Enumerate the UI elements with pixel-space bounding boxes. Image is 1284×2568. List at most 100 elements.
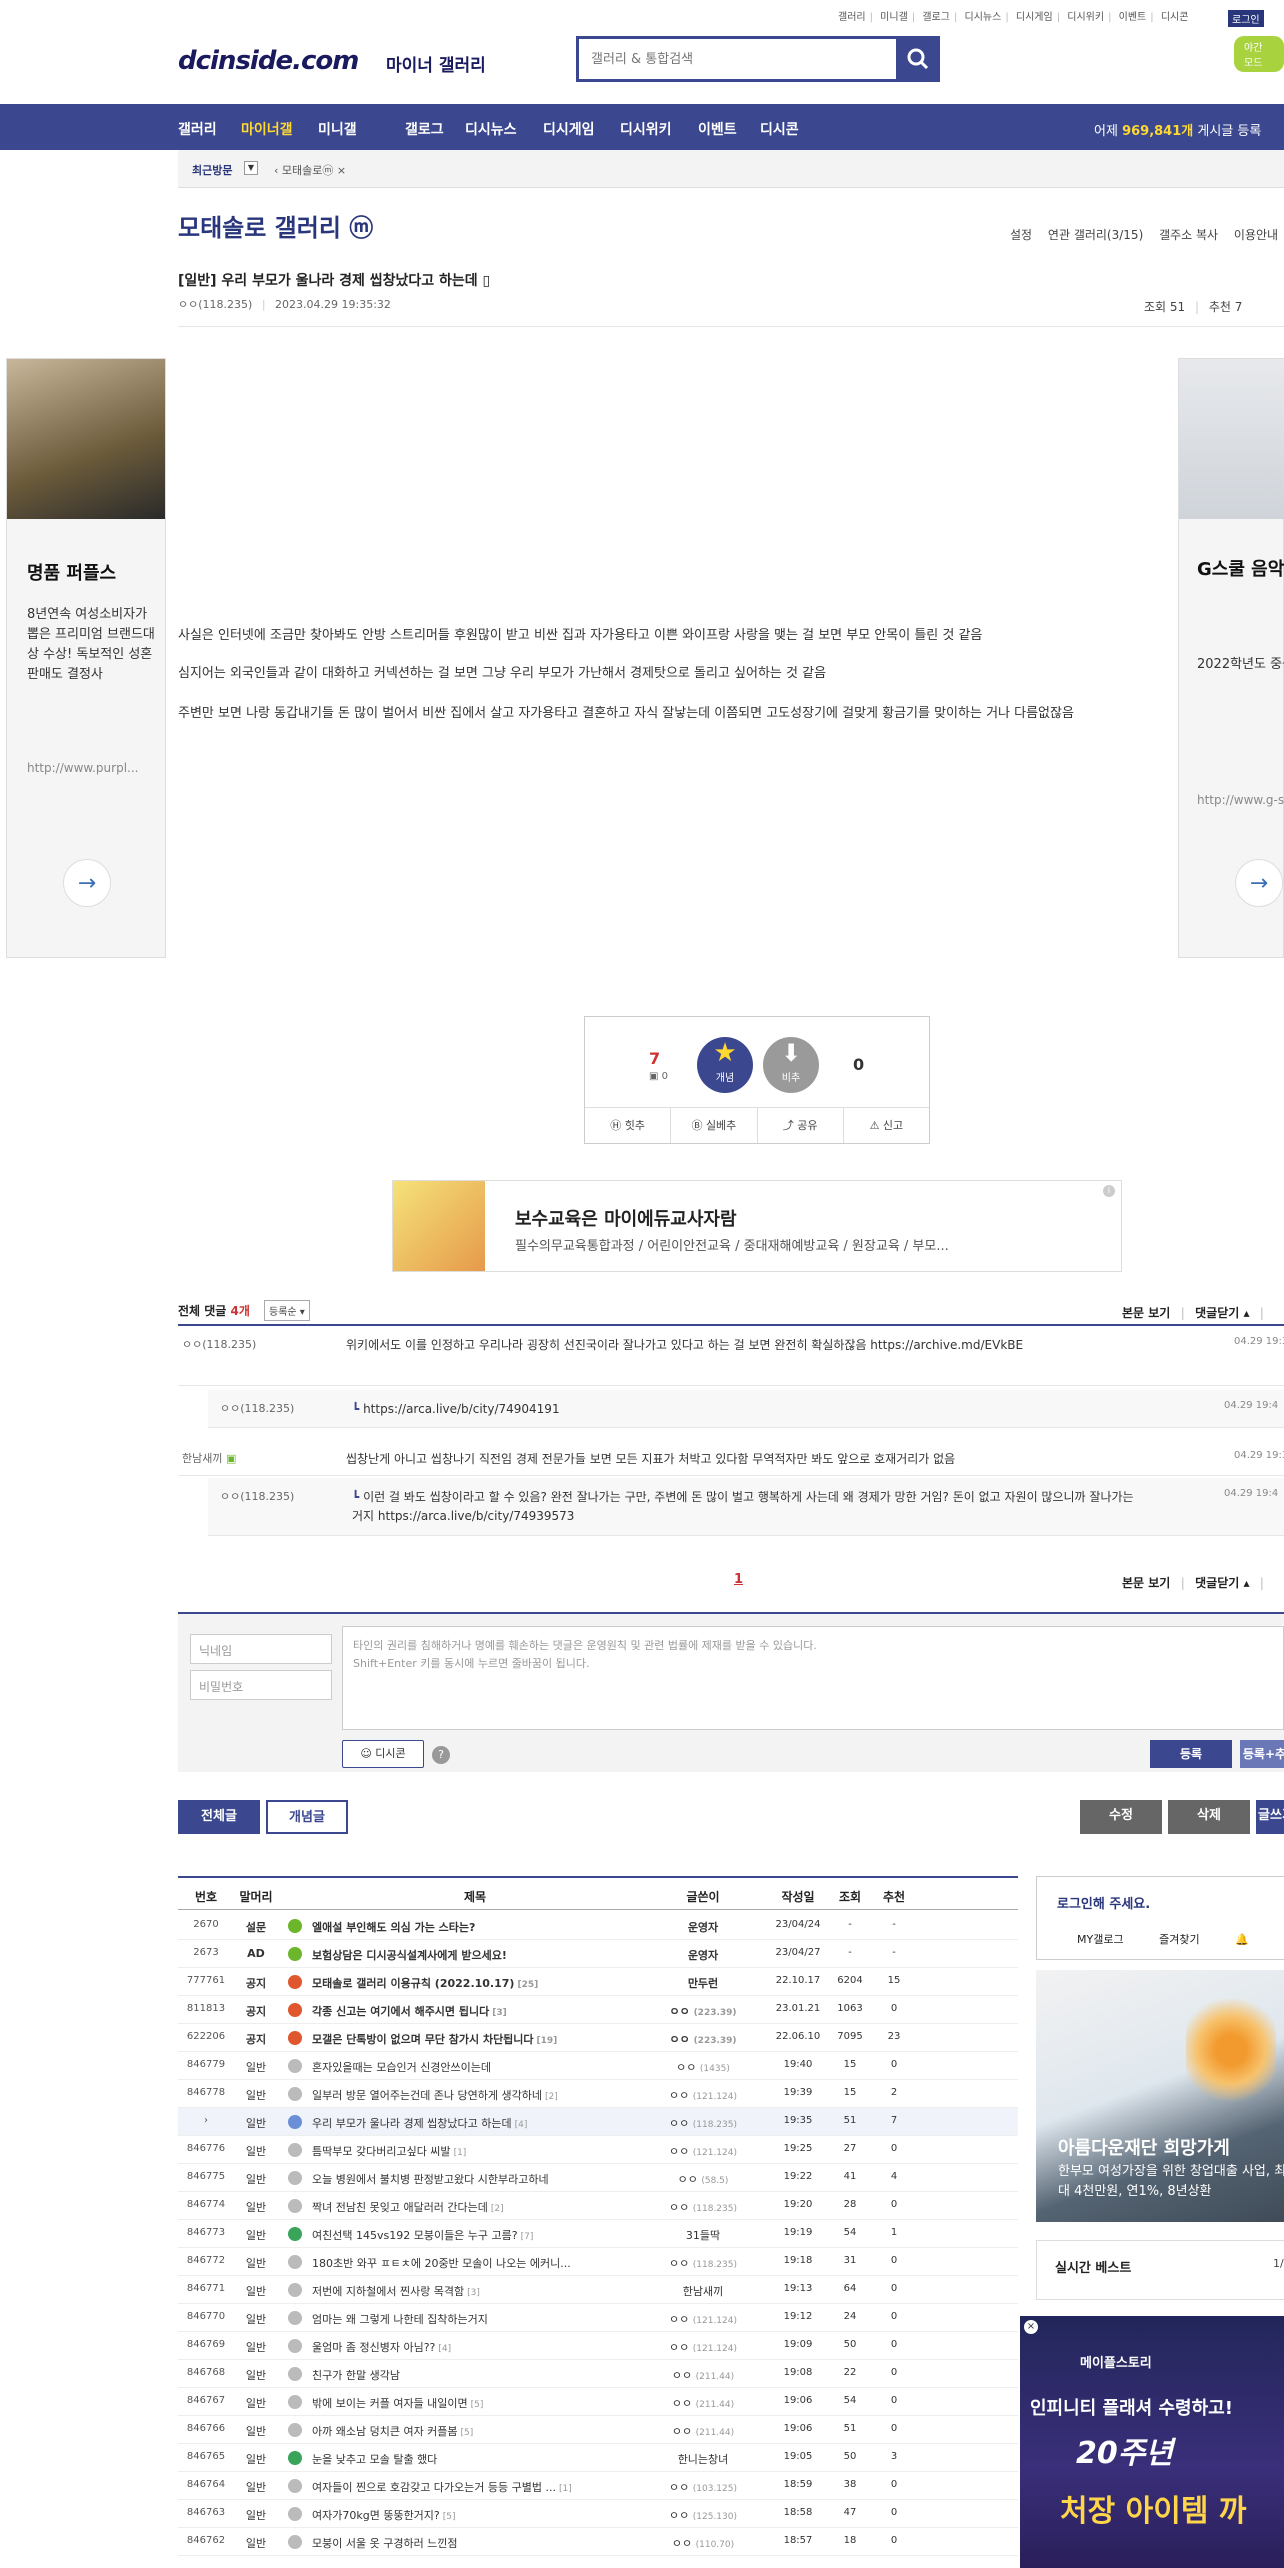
table-row[interactable]: 2670 설문 엘애설 부인해도 의심 가는 스타는? 운영자 23/04/24 - - <box>178 1912 1018 1940</box>
post-author[interactable]: ㅇㅇ(118.235) <box>178 298 252 311</box>
post-writer[interactable]: ㅇㅇ (121.124) <box>638 2087 768 2103</box>
search-button[interactable] <box>896 36 940 82</box>
upvote-button[interactable]: ★ 개념 <box>697 1037 753 1093</box>
nickname-field[interactable]: 닉네임 <box>190 1634 332 1664</box>
all-posts-button[interactable]: 전체글 <box>178 1800 260 1834</box>
nav-gallery[interactable]: 갤러리 <box>178 119 217 139</box>
post-writer[interactable]: ㅇㅇ (223.39) <box>638 2031 768 2047</box>
table-row[interactable]: 846768 일반 친구가 한말 생각남 ㅇㅇ (211.44) 19:08 22 0 <box>178 2360 1018 2388</box>
my-gallog-link[interactable]: MY갤로그 <box>1077 1933 1124 1946</box>
post-title-link[interactable]: 눈을 낮추고 모솔 탈출 했다 <box>312 2451 638 2467</box>
post-title-link[interactable]: 틈딱부모 갖다버리고싶다 씨발 [1] <box>312 2143 638 2159</box>
post-title-link[interactable]: 우리 부모가 울나라 경제 씹창났다고 하는데 [4] <box>312 2115 638 2131</box>
comment-sort-select[interactable]: 등록순 ▾ <box>264 1300 310 1321</box>
right-side-ad[interactable]: G스쿨 음악 임용 기 단소 강좌 출술 2022학년도 중등 서다! 음악이론… <box>1178 358 1284 958</box>
login-prompt[interactable]: 로그인해 주세요. <box>1057 1893 1150 1912</box>
post-writer[interactable]: 한남새끼 <box>638 2283 768 2299</box>
best-recommend-button[interactable]: Ⓑ 실베추 <box>671 1108 758 1143</box>
sidebar-ad[interactable]: 아름다운재단 희망가게 한부모 여성가장을 위한 창업대출 사업, 최대 4천만… <box>1036 1970 1284 2222</box>
post-writer[interactable]: ㅇㅇ (211.44) <box>638 2367 768 2383</box>
post-title-link[interactable]: 엘애설 부인해도 의심 가는 스타는? <box>312 1919 638 1935</box>
logo-subtitle[interactable]: 마이너 갤러리 <box>386 51 486 76</box>
post-title-link[interactable]: 여자들이 찐으로 호감갖고 다가오는거 등등 구별법 ... [1] <box>312 2479 638 2495</box>
post-writer[interactable]: 운영자 <box>638 1947 768 1963</box>
site-logo[interactable]: dcinside.com <box>178 46 359 76</box>
notification-link[interactable]: 🔔 알림 <box>1235 1933 1284 1946</box>
table-row[interactable]: 2673 AD 보험상담은 디시공식설계사에게 받으세요! 운영자 23/04/27 -… <box>178 1940 1018 1968</box>
comment-textarea[interactable]: 타인의 권리를 침해하거나 명예를 훼손하는 댓글은 운영원칙 및 관련 법률에… <box>342 1626 1284 1730</box>
top-link-minigal[interactable]: 미니갤 <box>880 12 908 23</box>
post-title-link[interactable]: 모갤은 단톡방이 없으며 무단 참가시 차단됩니다 [19] <box>312 2031 638 2047</box>
gallery-title[interactable]: 모태솔로 갤러리 ⓜ <box>178 208 373 243</box>
downvote-button[interactable]: ⬇ 비추 <box>763 1037 819 1093</box>
recommended-posts-button[interactable]: 개념글 <box>266 1800 348 1834</box>
top-link-gallery[interactable]: 갤러리 <box>838 12 866 23</box>
info-icon[interactable]: i <box>1103 1185 1115 1197</box>
search-input[interactable] <box>579 39 879 79</box>
nav-minor-gallery[interactable]: 마이너갤 <box>241 119 293 139</box>
close-icon[interactable]: × <box>1024 2320 1038 2334</box>
comment-nick[interactable]: ㅇㅇ(118.235) <box>220 1400 294 1416</box>
top-link-news[interactable]: 디시뉴스 <box>965 12 1002 23</box>
nav-dccon[interactable]: 디시콘 <box>760 119 799 139</box>
table-row[interactable]: 777761 공지 모태솔로 갤러리 이용규칙 (2022.10.17) [25] 만두… <box>178 1968 1018 1996</box>
table-row[interactable]: 846773 일반 여친선택 145vs192 모붕이들은 누구 고름? [7] 31들… <box>178 2220 1018 2248</box>
post-writer[interactable]: ㅇㅇ (118.235) <box>638 2255 768 2271</box>
chevron-down-icon[interactable]: ▼ <box>244 161 258 175</box>
fold-comments-link[interactable]: 댓글닫기 ▴ <box>1195 1306 1249 1320</box>
comment-nick[interactable]: 한남새끼 ▣ <box>182 1450 236 1466</box>
night-mode-button[interactable]: 야간 모드 <box>1234 36 1284 72</box>
top-link-dccon[interactable]: 디시콘 <box>1161 12 1189 23</box>
table-row[interactable]: 846774 일반 짝녀 전남친 못잊고 애달러러 간다는데 [2] ㅇㅇ (118.2… <box>178 2192 1018 2220</box>
nav-news[interactable]: 디시뉴스 <box>465 119 517 139</box>
delete-button[interactable]: 삭제 <box>1168 1800 1250 1834</box>
post-writer[interactable]: 31들딱 <box>638 2227 768 2243</box>
copy-address-link[interactable]: 갤주소 복사 <box>1159 228 1218 242</box>
share-button[interactable]: ⤴ 공유 <box>758 1108 844 1143</box>
post-writer[interactable]: ㅇㅇ (223.39) <box>638 2003 768 2019</box>
post-writer[interactable]: ㅇㅇ (121.124) <box>638 2339 768 2355</box>
post-writer[interactable]: ㅇㅇ (103.125) <box>638 2479 768 2495</box>
post-title-link[interactable]: 밖에 보이는 커플 여자들 내일이면 [5] <box>312 2395 638 2411</box>
top-link-gallog[interactable]: 갤로그 <box>922 12 950 23</box>
post-writer[interactable]: 한니는창녀 <box>638 2451 768 2467</box>
post-writer[interactable]: ㅇㅇ (125.130) <box>638 2507 768 2523</box>
table-row[interactable]: 846762 일반 모붕이 서울 옷 구경하러 느낀점 ㅇㅇ (110.70) 18:5… <box>178 2528 1018 2556</box>
post-title-link[interactable]: 아까 왜소남 덩치큰 여자 커플봄 [5] <box>312 2423 638 2439</box>
post-title-link[interactable]: 저번에 지하철에서 찐사랑 목격함 [3] <box>312 2283 638 2299</box>
post-writer[interactable]: ㅇㅇ (118.235) <box>638 2199 768 2215</box>
table-row[interactable]: 846767 일반 밖에 보이는 커플 여자들 내일이면 [5] ㅇㅇ (211.44)… <box>178 2388 1018 2416</box>
login-button[interactable]: 로그인 <box>1228 10 1264 27</box>
table-row[interactable]: 846772 일반 180초반 와꾸 ㅍㅌㅊ에 20중반 모솔이 나오는 에커니..… <box>178 2248 1018 2276</box>
top-link-wiki[interactable]: 디시위키 <box>1067 12 1104 23</box>
table-row[interactable]: › 일반 우리 부모가 울나라 경제 씹창났다고 하는데 [4] ㅇㅇ (118.235… <box>178 2108 1018 2136</box>
guide-link[interactable]: 이용안내 <box>1234 228 1278 242</box>
related-gallery-link[interactable]: 연관 갤러리(3/15) <box>1048 228 1143 242</box>
post-title-link[interactable]: 모태솔로 갤러리 이용규칙 (2022.10.17) [25] <box>312 1975 638 1991</box>
table-row[interactable]: 846764 일반 여자들이 찐으로 호감갖고 다가오는거 등등 구별법 ... [1… <box>178 2472 1018 2500</box>
post-writer[interactable]: ㅇㅇ (1435) <box>638 2059 768 2075</box>
post-writer[interactable]: ㅇㅇ (118.235) <box>638 2115 768 2131</box>
table-row[interactable]: 846771 일반 저번에 지하철에서 찐사랑 목격함 [3] 한남새끼 19:13 64… <box>178 2276 1018 2304</box>
table-row[interactable]: 846763 일반 여자가70kg면 뚱뚱한거지? [5] ㅇㅇ (125.130) 18… <box>178 2500 1018 2528</box>
hit-recommend-button[interactable]: Ⓗ 힛추 <box>585 1108 672 1143</box>
left-side-ad[interactable]: 명품 퍼플스 8년연속 여성소비자가 뽑은 프리미엄 브랜드대상 수상! 독보적… <box>6 358 166 958</box>
post-title-link[interactable]: 180초반 와꾸 ㅍㅌㅊ에 20중반 모솔이 나오는 에커니... <box>312 2255 638 2271</box>
post-writer[interactable]: ㅇㅇ (211.44) <box>638 2395 768 2411</box>
post-title-link[interactable]: 혼자있을때는 모습인거 신경안쓰이는데 <box>312 2059 638 2075</box>
game-ad[interactable]: × 메이플스토리 인피니티 플래셔 수령하고! 20주년 처장 아이템 까 <box>1020 2316 1284 2568</box>
table-row[interactable]: 846779 일반 혼자있을때는 모습인거 신경안쓰이는데 ㅇㅇ (1435) 19:4… <box>178 2052 1018 2080</box>
favorites-link[interactable]: 즐겨찾기 <box>1159 1933 1199 1946</box>
password-field[interactable]: 비밀번호 <box>190 1670 332 1700</box>
post-title-link[interactable]: 짝녀 전남친 못잊고 애달러러 간다는데 [2] <box>312 2199 638 2215</box>
post-title-link[interactable]: 울엄마 좀 정신병자 아님?? [4] <box>312 2339 638 2355</box>
nav-game[interactable]: 디시게임 <box>543 119 595 139</box>
comment-nick[interactable]: ㅇㅇ(118.235) <box>220 1488 294 1504</box>
post-title-link[interactable]: 각종 신고는 여기에서 해주시면 됩니다 [3] <box>312 2003 638 2019</box>
post-writer[interactable]: ㅇㅇ (121.124) <box>638 2143 768 2159</box>
table-row[interactable]: 846778 일반 일부러 방문 열어주는건데 존나 당연하게 생각하네 [2] ㅇㅇ … <box>178 2080 1018 2108</box>
table-row[interactable]: 846766 일반 아까 왜소남 덩치큰 여자 커플봄 [5] ㅇㅇ (211.44) 1… <box>178 2416 1018 2444</box>
post-title-link[interactable]: 모붕이 서울 옷 구경하러 느낀점 <box>312 2535 638 2551</box>
post-writer[interactable]: 만두런 <box>638 1975 768 1991</box>
fold-comments-link[interactable]: 댓글닫기 ▴ <box>1195 1576 1249 1590</box>
